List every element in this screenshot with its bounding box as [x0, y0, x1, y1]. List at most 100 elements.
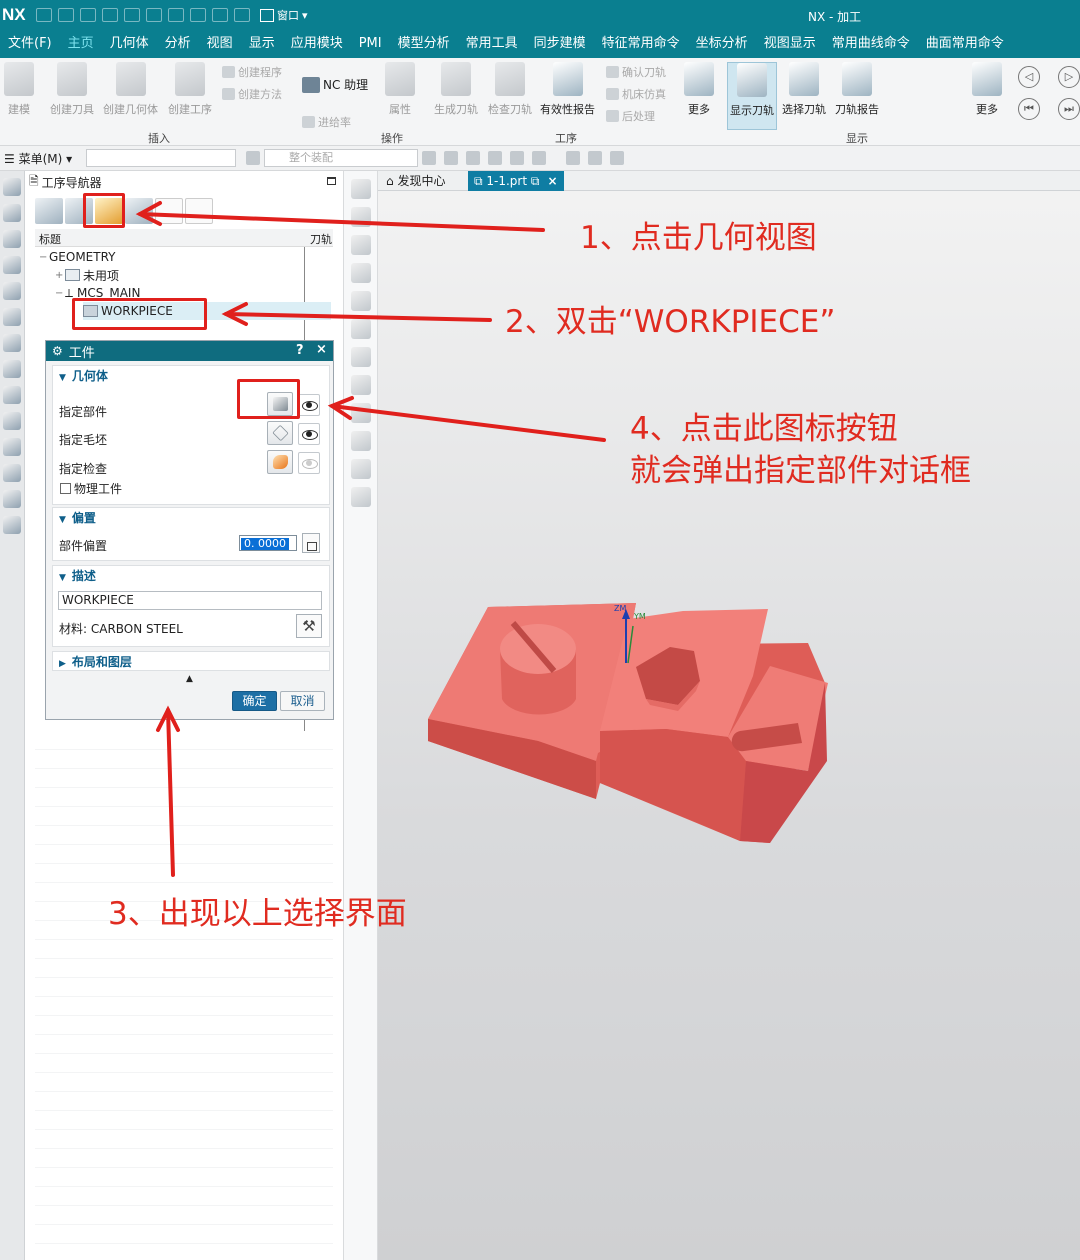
- tab-6[interactable]: 应用模块: [283, 30, 351, 58]
- operation-icon[interactable]: [351, 179, 371, 199]
- hide-icon[interactable]: [610, 151, 624, 165]
- validity-report-button[interactable]: 有效性报告: [540, 62, 595, 117]
- show-part-eye-icon[interactable]: [298, 394, 320, 416]
- tab-2[interactable]: 几何体: [102, 30, 157, 58]
- machine-icon[interactable]: [3, 490, 21, 508]
- select-curve-icon[interactable]: [510, 151, 524, 165]
- expand-icon[interactable]: [185, 198, 213, 224]
- layout-layer-section-header[interactable]: ▶ 布局和图层: [53, 652, 329, 672]
- tree-item-unused[interactable]: + 未用项: [55, 266, 119, 284]
- material-icon[interactable]: [351, 347, 371, 367]
- tab-14[interactable]: 常用曲线命令: [824, 30, 918, 58]
- specify-check-button[interactable]: [267, 450, 293, 474]
- create-operation-button[interactable]: 创建工序: [168, 62, 212, 117]
- type-filter-select[interactable]: [86, 149, 236, 167]
- create-method-button[interactable]: 创建方法: [222, 86, 282, 102]
- tab-10[interactable]: 同步建模: [526, 30, 594, 58]
- specify-blank-button[interactable]: [267, 421, 293, 445]
- tab-0[interactable]: 文件(F): [0, 30, 60, 58]
- tab-9[interactable]: 常用工具: [458, 30, 526, 58]
- globe-icon[interactable]: [3, 412, 21, 430]
- part-offset-input[interactable]: 0. 0000: [239, 535, 297, 551]
- select-toolpath-button[interactable]: 选择刀轨: [782, 62, 826, 117]
- nc-assistant-button[interactable]: NC 助理: [302, 76, 368, 93]
- export-icon[interactable]: [351, 487, 371, 507]
- document-icon[interactable]: [351, 403, 371, 423]
- nav-left-icon[interactable]: ◁: [1018, 66, 1040, 88]
- cancel-button[interactable]: 取消: [280, 691, 325, 711]
- more-button-display[interactable]: 更多: [972, 62, 1002, 117]
- nav-first-icon[interactable]: ⏮: [1018, 98, 1040, 120]
- wcs-icon[interactable]: [566, 151, 580, 165]
- paste-icon[interactable]: [124, 8, 140, 22]
- part-navigator-icon[interactable]: [3, 204, 21, 222]
- nav-right-icon[interactable]: ▷: [1058, 66, 1080, 88]
- build-button[interactable]: 建模: [4, 62, 34, 117]
- window-menu-button[interactable]: 窗口 ▾: [260, 7, 308, 23]
- snap-icon[interactable]: [422, 151, 436, 165]
- show-blank-eye-icon[interactable]: [298, 423, 320, 445]
- generate-toolpath-button[interactable]: 生成刀轨: [434, 62, 478, 117]
- brush-icon[interactable]: [351, 263, 371, 283]
- clock-icon[interactable]: [3, 438, 21, 456]
- ok-button[interactable]: 确定: [232, 691, 277, 711]
- collapse-toggle-icon[interactable]: −: [39, 252, 49, 263]
- show-toolpath-button[interactable]: 显示刀轨: [727, 62, 777, 130]
- more-button-process[interactable]: 更多: [684, 62, 714, 117]
- delete-icon[interactable]: [146, 8, 162, 22]
- tools-icon[interactable]: [3, 464, 21, 482]
- rotate-icon[interactable]: [351, 207, 371, 227]
- copy-icon[interactable]: [102, 8, 118, 22]
- machine-simulation-button[interactable]: 机床仿真: [606, 86, 666, 102]
- toolpath-icon[interactable]: [351, 431, 371, 451]
- reuse-library-icon[interactable]: [3, 308, 21, 326]
- show-hide-icon[interactable]: [588, 151, 602, 165]
- operation-navigator-icon[interactable]: [3, 256, 21, 274]
- tab-5[interactable]: 显示: [241, 30, 283, 58]
- physical-workpiece-checkbox[interactable]: 物理工件: [60, 480, 122, 497]
- select-point-icon[interactable]: [532, 151, 546, 165]
- add-geometry-icon[interactable]: [351, 291, 371, 311]
- tab-15[interactable]: 曲面常用命令: [918, 30, 1012, 58]
- expand-toggle-icon[interactable]: +: [55, 270, 65, 281]
- offset-section-header[interactable]: ▼ 偏置: [53, 508, 329, 528]
- menu-button[interactable]: ☰ 菜单(M) ▾: [0, 150, 86, 167]
- wrench-icon[interactable]: ⚒: [296, 614, 322, 638]
- hd3d-icon[interactable]: [3, 334, 21, 352]
- tab-11[interactable]: 特征常用命令: [594, 30, 688, 58]
- confirm-toolpath-button[interactable]: 确认刀轨: [606, 64, 666, 80]
- checkbox-icon[interactable]: [60, 483, 71, 494]
- machine-tool-icon[interactable]: [3, 282, 21, 300]
- filter-icon[interactable]: [246, 151, 260, 165]
- assembly-scope-select[interactable]: 整个装配: [264, 149, 418, 167]
- touch-mode-icon[interactable]: [190, 8, 206, 22]
- repeat-icon[interactable]: [168, 8, 184, 22]
- tree-item-geometry[interactable]: − GEOMETRY: [39, 248, 116, 266]
- column-title[interactable]: 标题: [39, 231, 61, 247]
- list-icon[interactable]: [351, 459, 371, 479]
- create-geometry-button[interactable]: 创建几何体: [103, 62, 158, 117]
- settings-icon[interactable]: [3, 178, 21, 196]
- history-icon[interactable]: [3, 386, 21, 404]
- show-check-eye-icon[interactable]: [298, 452, 320, 474]
- create-tool-button[interactable]: 创建刀具: [50, 62, 94, 117]
- switch-window-icon[interactable]: [234, 8, 250, 22]
- program-order-view-icon[interactable]: [35, 198, 63, 224]
- collapse-icon[interactable]: [155, 198, 183, 224]
- post-process-button[interactable]: 后处理: [606, 108, 655, 124]
- settings-icon[interactable]: [351, 319, 371, 339]
- description-input[interactable]: WORKPIECE: [58, 591, 322, 610]
- role-icon[interactable]: [3, 516, 21, 534]
- maximize-icon[interactable]: [327, 177, 336, 185]
- tab-8[interactable]: 模型分析: [390, 30, 458, 58]
- column-toolpath[interactable]: 刀轨: [310, 231, 332, 247]
- gear-icon[interactable]: ⚙: [52, 344, 63, 358]
- assembly-navigator-icon[interactable]: [3, 230, 21, 248]
- web-browser-icon[interactable]: [3, 360, 21, 378]
- collapse-dialog-icon[interactable]: ▲: [186, 674, 193, 684]
- create-program-button[interactable]: 创建程序: [222, 64, 282, 80]
- toolpath-report-button[interactable]: 刀轨报告: [835, 62, 879, 117]
- tab-7[interactable]: PMI: [351, 30, 390, 58]
- tab-1[interactable]: 主页: [60, 30, 102, 58]
- undo-icon[interactable]: [58, 8, 74, 22]
